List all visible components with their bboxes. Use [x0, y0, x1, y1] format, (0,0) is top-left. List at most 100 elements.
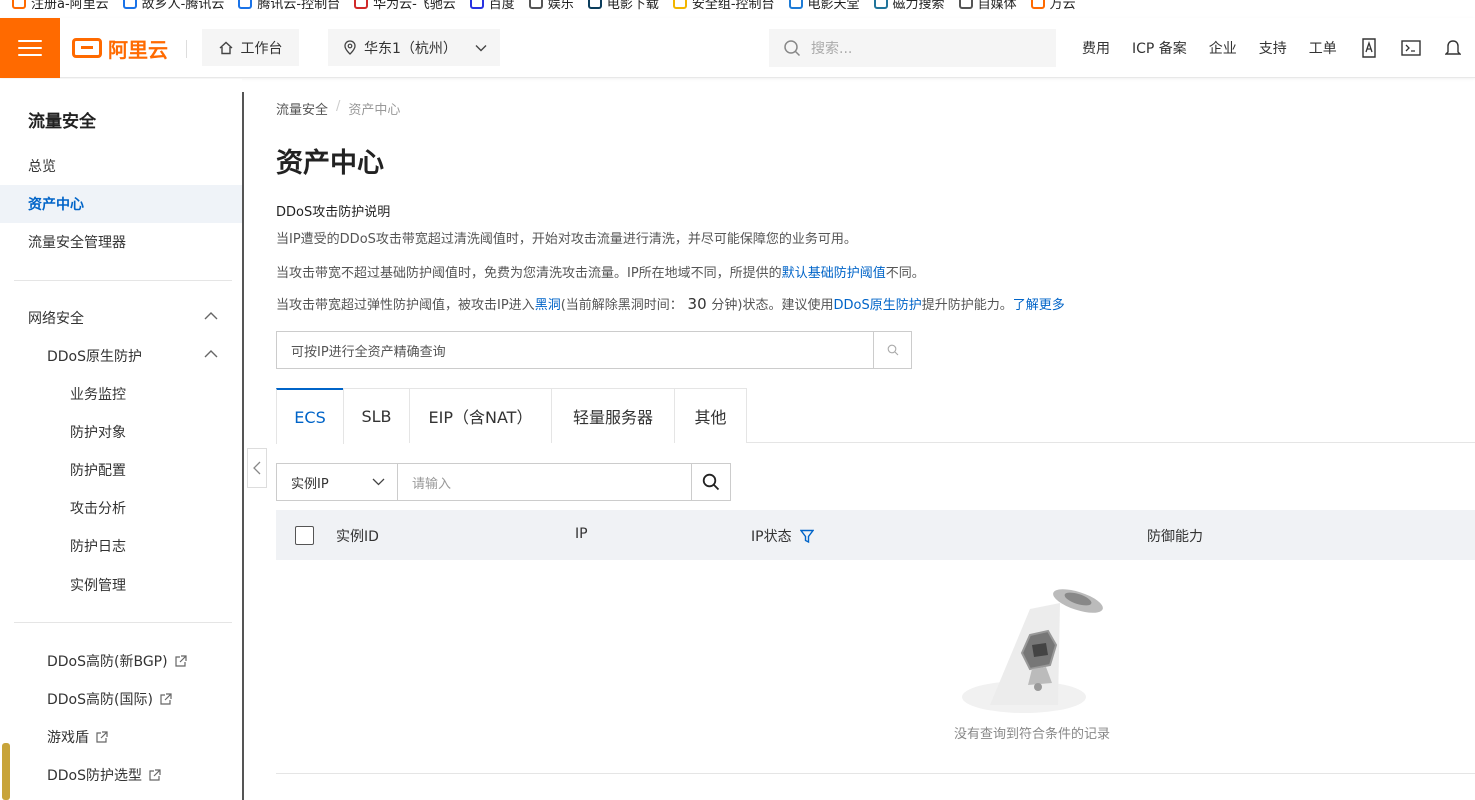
sidebar-item-ddos-selection[interactable]: DDoS防护选型: [0, 756, 242, 794]
sidebar-item-ddos-intl[interactable]: DDoS高防(国际): [0, 680, 242, 718]
filter-value-input[interactable]: 请输入: [398, 464, 692, 500]
chevron-down-icon: [372, 478, 385, 486]
description-text: 不同。: [885, 266, 925, 281]
breadcrumb-separator: /: [336, 99, 341, 114]
sidebar-item-ddos-bgp[interactable]: DDoS高防(新BGP): [0, 642, 242, 680]
nav-ticket[interactable]: 工单: [1309, 38, 1337, 58]
global-search-input[interactable]: 搜索...: [769, 29, 1056, 67]
external-link-icon: [149, 768, 161, 781]
bell-icon[interactable]: [1443, 38, 1463, 58]
filter-search-button[interactable]: [692, 464, 730, 500]
top-navigation-bar: 阿里云 工作台 华东1（杭州） 搜索... 费用 ICP 备案 企业 支持 工单: [0, 18, 1475, 78]
sidebar-item-label: 流量安全管理器: [28, 235, 126, 251]
ip-query-placeholder: 可按IP进行全资产精确查询: [291, 344, 446, 360]
sidebar-item-label: DDoS防护选型: [47, 768, 143, 784]
nav-support[interactable]: 支持: [1259, 38, 1287, 58]
bookmark-label: 万云: [1049, 0, 1076, 12]
workbench-button[interactable]: 工作台: [202, 29, 299, 66]
sidebar-item-protection-target[interactable]: 防护对象: [0, 413, 242, 451]
bookmark-item[interactable]: 安全组-控制台: [672, 0, 775, 12]
bookmark-item[interactable]: 百度: [469, 0, 515, 12]
ddos-native-link[interactable]: DDoS原生防护: [833, 298, 921, 313]
sidebar-item-label: 实例管理: [70, 578, 126, 594]
bookmark-item[interactable]: 华为云-飞驰云: [354, 0, 456, 12]
sidebar-scrollbar[interactable]: [242, 92, 244, 800]
sidebar-item-attack-analysis[interactable]: 攻击分析: [0, 489, 242, 527]
bookmark-item[interactable]: 娱乐: [528, 0, 574, 12]
chevron-up-icon: [204, 350, 218, 358]
search-icon: [784, 40, 801, 57]
menu-toggle-button[interactable]: [0, 18, 60, 78]
bookmark-item[interactable]: 自媒体: [958, 0, 1017, 12]
sidebar-title: 流量安全: [28, 112, 96, 132]
select-all-checkbox[interactable]: [295, 526, 314, 545]
sidebar-item-protection-log[interactable]: 防护日志: [0, 527, 242, 565]
bookmark-item[interactable]: 故乡人-腾讯云: [122, 0, 224, 12]
bookmark-favicon-icon: [1030, 0, 1045, 9]
tab-other[interactable]: 其他: [674, 388, 747, 443]
search-icon: [887, 344, 898, 356]
sidebar-group-ddos-native[interactable]: DDoS原生防护: [0, 337, 242, 375]
breadcrumb-item-traffic-security[interactable]: 流量安全: [276, 99, 328, 118]
nav-fees[interactable]: 费用: [1082, 38, 1110, 58]
blackhole-link[interactable]: 黑洞: [535, 298, 561, 313]
bookmark-item[interactable]: 电影下载: [587, 0, 659, 12]
sidebar-item-asset-center[interactable]: 资产中心: [0, 185, 242, 223]
bookmark-favicon-icon: [587, 0, 602, 9]
region-label: 华东1（杭州）: [364, 40, 457, 57]
sidebar-item-business-monitor[interactable]: 业务监控: [0, 375, 242, 413]
sidebar-item-instance-management[interactable]: 实例管理: [0, 566, 242, 604]
ip-query-input[interactable]: 可按IP进行全资产精确查询: [277, 332, 873, 368]
sidebar-item-protection-config[interactable]: 防护配置: [0, 451, 242, 489]
bookmark-favicon-icon: [354, 0, 369, 9]
terminal-icon[interactable]: [1401, 38, 1421, 58]
bookmark-favicon-icon: [958, 0, 973, 9]
filter-icon[interactable]: [799, 529, 814, 544]
filter-field-select[interactable]: 实例IP: [277, 464, 398, 500]
region-selector[interactable]: 华东1（杭州）: [328, 29, 500, 66]
sidebar-item-traffic-manager[interactable]: 流量安全管理器: [0, 223, 242, 261]
sidebar-collapse-button[interactable]: [247, 448, 267, 488]
tab-slb[interactable]: SLB: [343, 388, 410, 443]
sidebar-group-network-security[interactable]: 网络安全: [0, 299, 242, 337]
tab-lightweight-server[interactable]: 轻量服务器: [551, 388, 675, 443]
learn-more-link[interactable]: 了解更多: [1013, 298, 1065, 313]
bookmark-item[interactable]: 电影天堂: [788, 0, 860, 12]
hamburger-line-icon: [18, 54, 42, 56]
instance-filter: 实例IP 请输入: [276, 463, 731, 501]
bookmark-item[interactable]: 腾讯云-控制台: [238, 0, 340, 12]
column-header-label: IP状态: [751, 529, 792, 545]
bookmarks-bar: 注册a-阿里云 故乡人-腾讯云 腾讯云-控制台 华为云-飞驰云 百度 娱乐 电影下载 安全组-…: [0, 0, 1475, 12]
window-scroll-handle[interactable]: [2, 743, 10, 800]
description-text: 提升防护能力。: [921, 298, 1013, 313]
column-header-ip: IP: [575, 526, 588, 542]
nav-icp[interactable]: ICP 备案: [1132, 38, 1187, 58]
bookmark-item[interactable]: 注册a-阿里云: [12, 0, 109, 12]
sidebar: 流量安全 总览 资产中心 流量安全管理器 网络安全 DDoS原生防护 业务监控 …: [0, 79, 242, 800]
tab-eip[interactable]: EIP（含NAT）: [409, 388, 552, 443]
aliyun-logo[interactable]: 阿里云: [72, 34, 168, 62]
top-nav-links: 费用 ICP 备案 企业 支持 工单: [1082, 18, 1463, 78]
bookmark-item[interactable]: 万云: [1030, 0, 1076, 12]
description-text: (当前解除黑洞时间：: [560, 298, 683, 313]
sidebar-item-game-shield[interactable]: 游戏盾: [0, 718, 242, 756]
page-title: 资产中心: [276, 148, 384, 179]
filter-placeholder: 请输入: [412, 476, 452, 492]
nav-enterprise[interactable]: 企业: [1209, 38, 1237, 58]
bookmark-favicon-icon: [528, 0, 543, 9]
app-icon[interactable]: [1359, 38, 1379, 58]
workbench-label: 工作台: [240, 40, 283, 57]
filter-select-value: 实例IP: [291, 476, 329, 492]
bookmark-favicon-icon: [672, 0, 687, 9]
chevron-down-icon: [475, 44, 487, 51]
bookmark-label: 磁力搜索: [892, 0, 945, 12]
description-text: 当攻击带宽不超过基础防护阈值时，免费为您清洗攻击流量。IP所在地域不同，所提供的: [276, 266, 782, 281]
tab-ecs[interactable]: ECS: [276, 388, 344, 444]
default-threshold-link[interactable]: 默认基础防护阈值: [782, 266, 886, 281]
bookmark-label: 华为云-飞驰云: [373, 0, 456, 12]
ip-query-search-button[interactable]: [873, 332, 911, 368]
table-bottom-border: [276, 773, 1475, 774]
bookmark-favicon-icon: [122, 0, 137, 9]
sidebar-item-overview[interactable]: 总览: [0, 147, 242, 185]
bookmark-item[interactable]: 磁力搜索: [873, 0, 945, 12]
